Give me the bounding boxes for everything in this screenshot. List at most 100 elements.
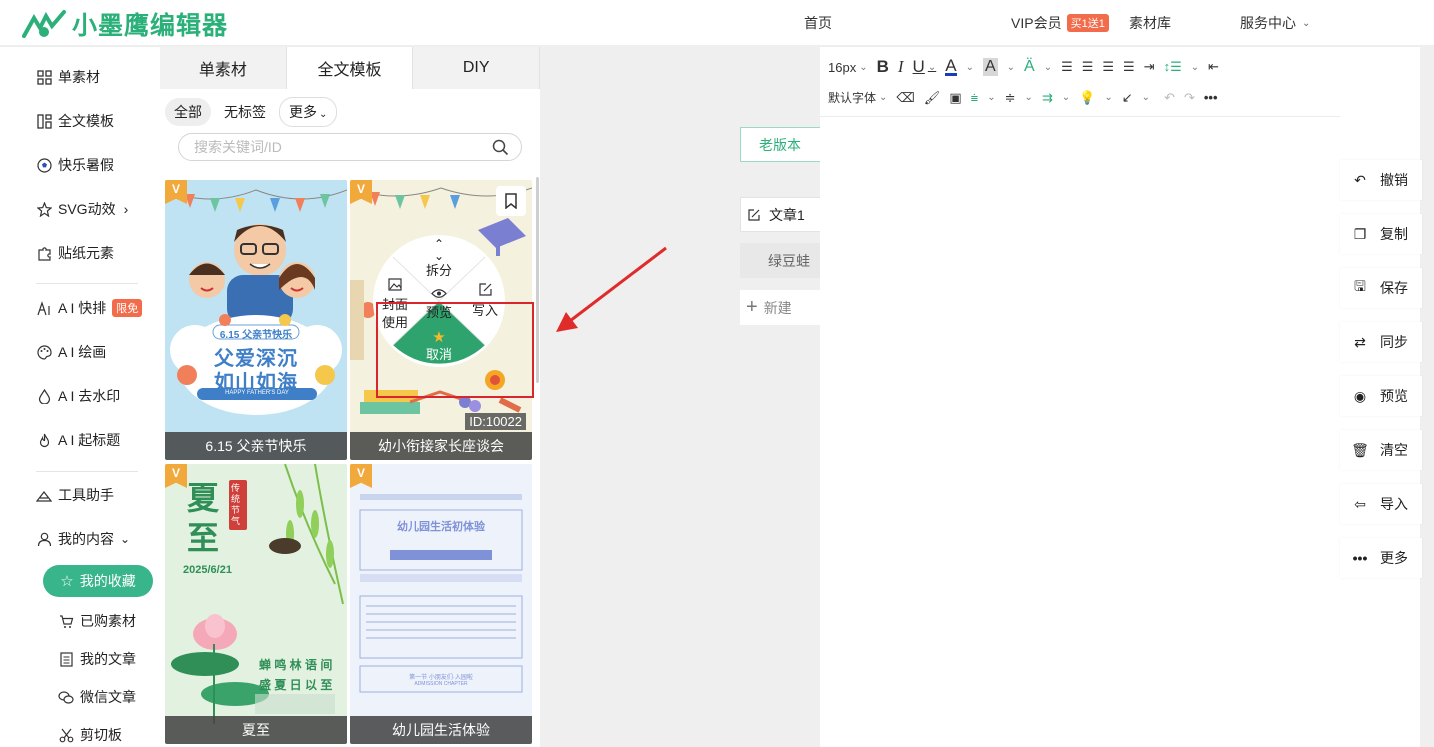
sidebar-subitem-my-articles[interactable]: 我的文章 <box>58 649 136 669</box>
text-effect-icon[interactable]: Ä <box>1024 58 1035 76</box>
sidebar-subitem-purchased[interactable]: 已购素材 <box>58 611 136 631</box>
template-card-summer-solstice[interactable]: 夏至 传统节气 2025/6/21 蝉 鸣 林 语 间 盛 夏 日 以 至 V … <box>165 464 347 744</box>
align-justify-icon[interactable]: ☰ <box>1123 59 1135 75</box>
search-input[interactable] <box>194 134 494 160</box>
arrow-icon[interactable]: ↙ <box>1122 90 1133 106</box>
sidebar-item-single-material[interactable]: 单素材 <box>36 65 100 89</box>
search-icon[interactable] <box>492 139 509 161</box>
copy-button[interactable]: ❐ 复制 <box>1340 214 1422 254</box>
template-card-kindergarten-life[interactable]: 幼儿园生活初体验 第一节 小朋友们·入园啦 ADMISSION CHAPTER … <box>350 464 532 744</box>
sidebar-item-tools[interactable]: 工具助手 <box>36 483 114 507</box>
indent-icon[interactable]: ⇥ <box>1144 59 1155 75</box>
sidebar-subitem-clipboard[interactable]: 剪切板 <box>58 725 122 745</box>
sidebar-item-ai-layout[interactable]: A I 快排 限免 <box>36 296 143 320</box>
redo-icon[interactable]: ↷ <box>1184 90 1195 106</box>
doc-item-mungbean-frog[interactable]: 绿豆蛙 <box>740 243 822 278</box>
sidebar-item-full-template[interactable]: 全文模板 <box>36 109 114 133</box>
card-caption: 6.15 父亲节快乐 <box>165 432 347 460</box>
sidebar-item-ai-title[interactable]: A I 起标题 <box>36 428 120 452</box>
logo[interactable]: 小墨鹰编辑器 <box>22 6 228 42</box>
import-button[interactable]: ⇦ 导入 <box>1340 484 1422 524</box>
ruler-icon <box>36 487 52 503</box>
undo-button[interactable]: ↶ 撤销 <box>1340 160 1422 200</box>
line-height-icon[interactable]: ↕☰ <box>1164 59 1182 75</box>
chevron-down-icon: ⌄ <box>987 92 996 103</box>
tab-single-material[interactable]: 单素材 <box>160 47 287 89</box>
new-doc-button[interactable]: + 新建 <box>740 290 822 325</box>
underline-icon[interactable]: U ⌄ <box>913 57 937 77</box>
nav-assets[interactable]: 素材库 <box>1129 0 1171 46</box>
bulb-icon[interactable]: 💡 <box>1079 90 1095 106</box>
more-icon[interactable]: ••• <box>1204 90 1218 105</box>
eye-icon: ◉ <box>1353 387 1367 404</box>
font-family-select[interactable]: 默认字体 ⌄ <box>828 89 887 106</box>
radial-split-label: 拆分 <box>425 263 452 278</box>
format-brush-icon[interactable]: 🖌 <box>924 90 941 106</box>
panel-tabs: 单素材 全文模板 DIY <box>160 47 541 89</box>
image-icon[interactable]: ▣ <box>949 90 961 106</box>
spacing-icon[interactable]: ≑ <box>1005 90 1016 106</box>
sidebar-subitem-wechat-articles[interactable]: 微信文章 <box>58 687 136 707</box>
toolbar-row-2: 默认字体 ⌄ ⌫ 🖌 ▣ ⩧ ⌄ ≑ ⌄ ⇉ ⌄ 💡 ⌄ ↙ ⌄ ↶ ↷ ••• <box>828 89 1227 106</box>
font-color-icon[interactable]: A <box>945 57 957 76</box>
sidebar-item-label: A I 去水印 <box>58 388 121 404</box>
sync-icon: ⇄ <box>1354 333 1366 350</box>
action-label: 复制 <box>1380 226 1408 242</box>
tab-full-template[interactable]: 全文模板 <box>286 47 414 89</box>
italic-icon[interactable]: I <box>898 57 904 77</box>
align-center-icon[interactable]: ☰ <box>1082 59 1094 75</box>
font-size-value: 16px <box>828 59 857 75</box>
sidebar-item-ai-watermark[interactable]: A I 去水印 <box>36 384 120 408</box>
action-label: 预览 <box>1380 388 1408 404</box>
template-card-fathers-day[interactable]: 6.15 父亲节快乐 父爱深沉 如山如海 HAPPY FATHER'S DAY … <box>165 180 347 460</box>
palette-icon <box>36 344 52 360</box>
more-button[interactable]: ••• 更多 <box>1340 538 1422 578</box>
chevron-down-icon: ⌄ <box>879 92 888 103</box>
filter-more-label: 更多 <box>289 104 317 120</box>
sidebar-item-svg-effects[interactable]: SVG动效 › <box>36 197 128 221</box>
filter-all[interactable]: 全部 <box>165 98 211 126</box>
undo-icon[interactable]: ↶ <box>1164 90 1175 106</box>
sidebar-item-label: 工具助手 <box>58 487 114 503</box>
tab-diy[interactable]: DIY <box>413 47 541 89</box>
split-icon: ⌃ ⌄ <box>433 237 445 263</box>
doc-item-article1[interactable]: 文章1 <box>740 197 822 232</box>
sidebar-item-my-content[interactable]: 我的内容 ⌄ <box>36 527 130 551</box>
sidebar-item-summer[interactable]: 快乐暑假 <box>36 153 114 177</box>
chevron-down-icon: ⌄ <box>1024 92 1033 103</box>
nav-vip[interactable]: VIP会员 买1送1 <box>1011 0 1109 46</box>
more-icon: ••• <box>1352 550 1368 566</box>
bold-icon[interactable]: B <box>877 57 889 77</box>
my-favorites-button[interactable]: ☆ 我的收藏 <box>43 565 153 597</box>
editor-canvas[interactable] <box>820 117 1340 747</box>
exit-icon[interactable]: ⇤ <box>1208 59 1219 75</box>
action-label: 清空 <box>1380 442 1408 458</box>
radial-split[interactable]: ⌃ ⌄ 拆分 <box>417 238 461 280</box>
nav-service[interactable]: 服务中心 ⌄ <box>1240 0 1310 46</box>
align-right-icon[interactable]: ☰ <box>1102 59 1114 75</box>
padding-icon[interactable]: ⇉ <box>1042 90 1053 106</box>
divider-style-icon[interactable]: ⩧ <box>971 90 979 106</box>
sidebar-subitem-label: 微信文章 <box>80 689 136 705</box>
font-size-select[interactable]: 16px ⌄ <box>828 60 868 75</box>
sidebar-item-stickers[interactable]: 贴纸元素 <box>36 241 114 265</box>
panel-scrollbar[interactable] <box>536 177 539 383</box>
old-version-button[interactable]: 老版本 <box>740 127 822 162</box>
preview-button[interactable]: ◉ 预览 <box>1340 376 1422 416</box>
eraser-icon[interactable]: ⌫ <box>896 90 914 106</box>
align-left-icon[interactable]: ☰ <box>1061 59 1073 75</box>
filter-no-tag[interactable]: 无标签 <box>215 98 275 126</box>
free-badge: 限免 <box>112 299 143 317</box>
scissors-icon <box>58 727 74 743</box>
save-button[interactable]: 🖫 保存 <box>1340 268 1422 308</box>
filter-more[interactable]: 更多 ⌄ <box>279 97 338 127</box>
clear-button[interactable]: 🗑 清空 <box>1340 430 1422 470</box>
sync-button[interactable]: ⇄ 同步 <box>1340 322 1422 362</box>
sidebar-subitem-label: 已购素材 <box>80 613 136 629</box>
star-sparkle-icon <box>36 201 52 217</box>
highlight-color-icon[interactable]: A <box>982 58 998 76</box>
bookmark-icon[interactable] <box>496 186 526 216</box>
sidebar-item-ai-paint[interactable]: A I 绘画 <box>36 340 106 364</box>
editor-toolbar: 16px ⌄ B I U ⌄ A ⌄ A ⌄ Ä ⌄ ☰ ☰ ☰ ☰ ⇥ ↕☰ ⌄ ⇤ 默认… <box>820 47 1340 117</box>
nav-home[interactable]: 首页 <box>804 0 832 46</box>
